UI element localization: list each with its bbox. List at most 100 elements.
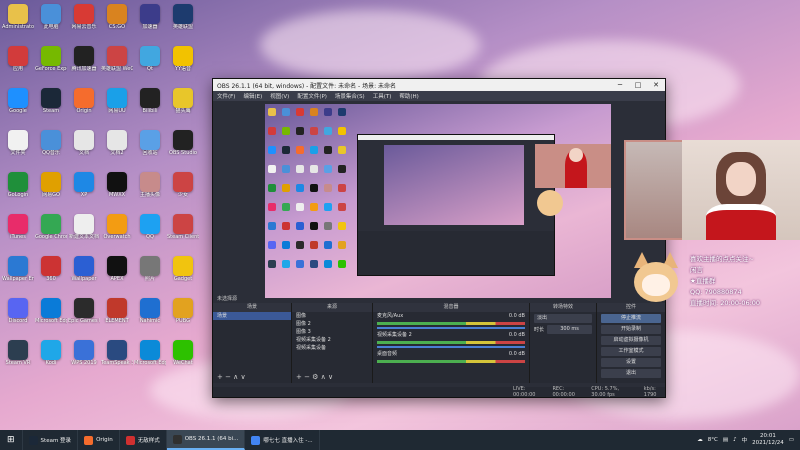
source-item[interactable]: 视频采集设备 2 — [292, 336, 372, 344]
desktop-icon[interactable]: Bilibili — [134, 86, 166, 122]
desktop-icon[interactable]: Microsoft Edge — [35, 296, 67, 332]
desktop-icon[interactable]: Kodi — [35, 338, 67, 374]
notification-icon[interactable]: ▭ — [789, 437, 794, 443]
desktop-icon[interactable]: APEX — [101, 254, 133, 290]
desktop-icon[interactable]: 文档2 — [101, 128, 133, 164]
desktop-icon[interactable]: Discord — [2, 296, 34, 332]
desktop-icon[interactable]: 回收站 — [134, 128, 166, 164]
source-item[interactable]: 视频采集设备 — [292, 344, 372, 352]
obs-titlebar[interactable]: OBS 26.1.1 (64 bit, windows) - 配置文件: 未命名… — [213, 79, 665, 91]
source-item[interactable]: 图像 3 — [292, 328, 372, 336]
desktop-icon[interactable]: QQ音乐 — [35, 128, 67, 164]
source-item[interactable]: 图像 2 — [292, 320, 372, 328]
menu-file[interactable]: 文件(F) — [217, 92, 235, 100]
desktop-icon[interactable]: 照片 — [134, 254, 166, 290]
taskbar-app-button[interactable]: Steam 登录 — [23, 430, 79, 450]
scene-controls[interactable]: + − ∧ ∨ — [217, 373, 246, 381]
source-controls[interactable]: + − ⚙ ∧ ∨ — [296, 373, 333, 381]
close-icon[interactable]: ✕ — [647, 81, 665, 89]
desktop-icon[interactable]: Nahimic — [134, 296, 166, 332]
menu-tools[interactable]: 工具(T) — [373, 92, 392, 100]
desktop-icon[interactable]: 文件夹 — [2, 128, 34, 164]
desktop-icon[interactable]: 此电脑 — [35, 2, 67, 38]
weather-temp[interactable]: 8°C — [708, 437, 718, 443]
desktop-icon[interactable]: YY语音 — [167, 44, 199, 80]
desktop-icon[interactable]: 猫头鹰 — [167, 86, 199, 122]
studio-mode-button[interactable]: 工作室模式 — [601, 347, 661, 356]
taskbar-app-button[interactable]: 无敌样式 — [120, 430, 167, 450]
network-icon[interactable]: ▤ — [723, 437, 728, 443]
desktop-icon[interactable]: 新建文本文档 — [68, 212, 100, 248]
volume-icon[interactable]: ♪ — [733, 437, 737, 443]
start-button[interactable]: ⊞ — [0, 430, 23, 450]
taskbar-app-button[interactable]: OBS 26.1.1 (64 bi... — [166, 430, 246, 450]
desktop-icon[interactable]: Overwatch — [101, 212, 133, 248]
desktop-icon[interactable]: 英雄联盟 WeGame — [101, 44, 133, 80]
desktop-icon[interactable]: iTunes — [2, 212, 34, 248]
desktop-icon[interactable]: Wallpaper — [68, 254, 100, 290]
desktop-icon[interactable]: 腾讯加速器 — [68, 44, 100, 80]
desktop-icon[interactable]: Google — [2, 86, 34, 122]
mixer-volume-slider[interactable] — [377, 346, 525, 348]
desktop-icon[interactable]: 360 — [35, 254, 67, 290]
desktop-icon[interactable]: 网易云音乐 — [68, 2, 100, 38]
desktop-icon-label: YY语音 — [174, 66, 192, 72]
duration-input[interactable]: 300 ms — [547, 325, 592, 334]
desktop-icon[interactable]: PUBG — [167, 296, 199, 332]
taskbar-app-button[interactable]: Origin — [78, 430, 120, 450]
desktop-icon[interactable]: GeForce Experience — [35, 44, 67, 80]
menu-edit[interactable]: 编辑(E) — [243, 92, 262, 100]
desktop-icon[interactable]: 英雄联盟 — [167, 2, 199, 38]
menu-view[interactable]: 视图(V) — [270, 92, 289, 100]
mixer-volume-slider[interactable] — [377, 327, 525, 329]
ime-indicator[interactable]: 中 — [742, 436, 748, 444]
desktop-icon[interactable]: Steam VR — [2, 338, 34, 374]
taskbar-app-button[interactable]: 哪七七 直播入住 -... — [245, 430, 320, 450]
weather-icon[interactable]: ☁ — [697, 437, 703, 443]
desktop-icon[interactable]: 主播头像 — [134, 170, 166, 206]
desktop-icon[interactable]: WeChat — [167, 338, 199, 374]
desktop-icon[interactable]: Epic Games Launcher — [68, 296, 100, 332]
start-recording-button[interactable]: 开始录制 — [601, 325, 661, 334]
maximize-icon[interactable]: □ — [629, 81, 647, 89]
scene-item[interactable]: 场景 — [213, 312, 291, 320]
stop-streaming-button[interactable]: 停止推流 — [601, 314, 661, 323]
desktop-icon[interactable]: 文档 — [68, 128, 100, 164]
desktop-icon[interactable]: Qt — [134, 44, 166, 80]
desktop-icon[interactable]: QQ — [134, 212, 166, 248]
desktop-icon[interactable]: OBS Studio — [167, 128, 199, 164]
desktop-icon[interactable]: 应用 — [2, 44, 34, 80]
transition-select[interactable]: 淡出 — [534, 314, 592, 323]
desktop-icon[interactable]: XP — [68, 170, 100, 206]
menu-profile[interactable]: 配置文件(P) — [297, 92, 327, 100]
desktop-icon[interactable]: Wallpaper Engine — [2, 254, 34, 290]
desktop-icon[interactable]: Steam — [35, 86, 67, 122]
desktop-icon[interactable]: ELEMENT — [101, 296, 133, 332]
settings-button[interactable]: 设置 — [601, 358, 661, 367]
desktop-icon[interactable]: 网易GO — [35, 170, 67, 206]
desktop-icon[interactable]: Gadget — [167, 254, 199, 290]
exit-button[interactable]: 退出 — [601, 369, 661, 378]
desktop-icon[interactable]: 网易UU — [101, 86, 133, 122]
desktop-icon[interactable]: Steam Client — [167, 212, 199, 248]
desktop-icon[interactable]: Origin — [68, 86, 100, 122]
obs-preview-canvas[interactable] — [265, 104, 611, 298]
virtual-camera-button[interactable]: 启动虚拟摄像机 — [601, 336, 661, 345]
desktop-icon[interactable]: 少女 — [167, 170, 199, 206]
clock[interactable]: 20:01 2021/12/24 — [752, 433, 784, 447]
obs-window[interactable]: OBS 26.1.1 (64 bit, windows) - 配置文件: 未命名… — [212, 78, 666, 398]
desktop-icon-label: XP — [80, 192, 88, 198]
desktop-icon[interactable]: Microsoft Edge 2 — [134, 338, 166, 374]
desktop-icon[interactable]: WPS 2019 — [68, 338, 100, 374]
desktop-icon[interactable]: 加速器 — [134, 2, 166, 38]
desktop-icon[interactable]: GoLogin — [2, 170, 34, 206]
source-item[interactable]: 图像 — [292, 312, 372, 320]
desktop-icon[interactable]: MWXX — [101, 170, 133, 206]
menu-help[interactable]: 帮助(H) — [399, 92, 418, 100]
menu-scene-collection[interactable]: 场景集合(S) — [335, 92, 365, 100]
desktop-icon[interactable]: CS:GO — [101, 2, 133, 38]
desktop-icon[interactable]: TeamSpeak 3 — [101, 338, 133, 374]
desktop-icon[interactable]: Google Chrome — [35, 212, 67, 248]
minimize-icon[interactable]: ─ — [611, 81, 629, 89]
desktop-icon[interactable]: Administrator — [2, 2, 34, 38]
